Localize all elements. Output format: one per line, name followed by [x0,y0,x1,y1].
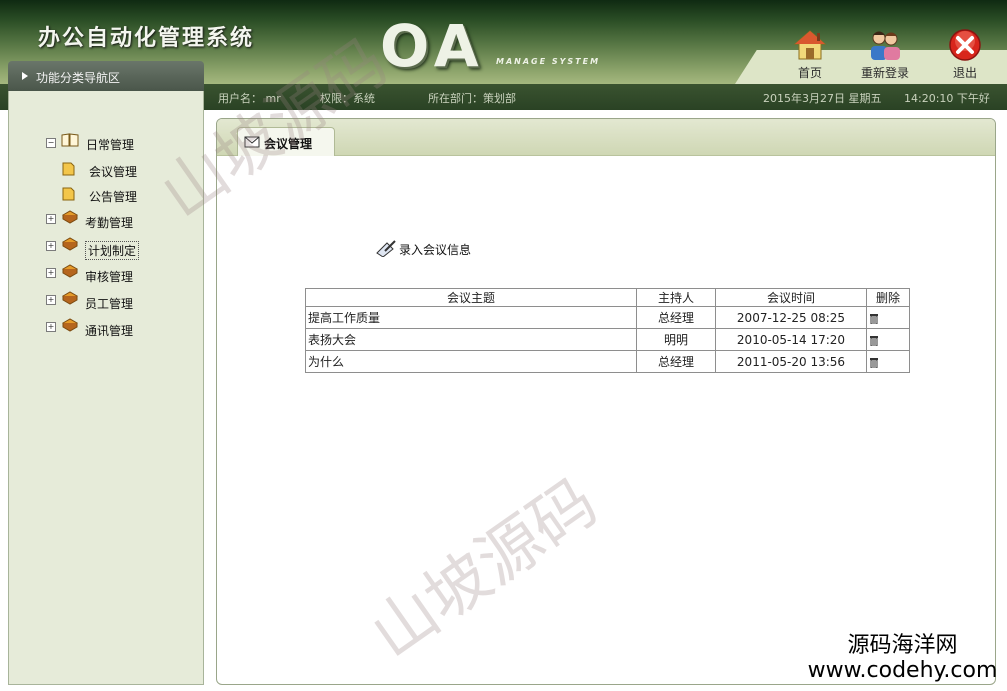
corner-watermark: 源码海洋网 www.codehy.com [800,634,1005,684]
relogin-label: 重新登录 [860,66,909,80]
expand-icon[interactable]: + [46,241,56,251]
expand-icon[interactable]: + [46,322,56,332]
department-text: 所在部门：策划部 [428,92,516,105]
home-label: 首页 [797,66,822,80]
cell-host: 总经理 [636,306,716,329]
table-row[interactable]: 为什么 总经理 2011-05-20 13:56 [305,350,910,373]
system-title: 办公自动化管理系统 [38,26,255,51]
cell-topic[interactable]: 为什么 [305,350,637,373]
pen-paper-icon [376,240,396,257]
sidebar-item-contacts[interactable]: 通讯管理 [85,322,133,339]
meeting-table: 会议主题 主持人 会议时间 删除 提高工作质量 总经理 2007-12-25 0… [305,288,910,373]
relogin-button[interactable]: 重新登录 [855,28,915,81]
table-header-row: 会议主题 主持人 会议时间 删除 [305,288,910,307]
delete-cell[interactable] [866,328,910,351]
books-icon [61,291,79,305]
books-icon [61,318,79,332]
oa-logo-subtitle: MANAGE SYSTEM [496,57,601,66]
add-meeting-label: 录入会议信息 [399,243,472,257]
sidebar-item-review[interactable]: 审核管理 [85,268,133,285]
books-icon [61,210,79,224]
table-row[interactable]: 提高工作质量 总经理 2007-12-25 08:25 [305,306,910,329]
books-icon [61,237,79,251]
date-text: 2015年3月27日 星期五 [763,92,882,105]
users-icon [871,31,900,60]
trash-icon[interactable] [869,335,879,346]
expand-icon[interactable]: + [46,295,56,305]
trash-icon[interactable] [869,357,879,368]
cell-topic[interactable]: 表扬大会 [305,328,637,351]
expand-icon[interactable]: + [46,214,56,224]
trash-icon[interactable] [869,313,879,324]
sidebar-item-daily[interactable]: 日常管理 [86,136,134,153]
cell-host: 明明 [636,328,716,351]
sidebar-header: 功能分类导航区 [8,61,204,91]
collapse-icon[interactable]: − [46,138,56,148]
corner-watermark-title: 源码海洋网 [847,633,958,658]
expand-icon[interactable]: + [46,268,56,278]
corner-watermark-url: www.codehy.com [807,658,998,683]
cell-time: 2011-05-20 13:56 [715,350,867,373]
cell-time: 2007-12-25 08:25 [715,306,867,329]
triangle-right-icon [22,72,28,80]
header-topic: 会议主题 [305,288,637,307]
cell-topic[interactable]: 提高工作质量 [305,306,637,329]
sidebar-item-attendance[interactable]: 考勤管理 [85,214,133,231]
cell-time: 2010-05-14 17:20 [715,328,867,351]
delete-cell[interactable] [866,306,910,329]
delete-cell[interactable] [866,350,910,373]
header-host: 主持人 [636,288,716,307]
book-open-icon [61,133,79,147]
sidebar-header-label: 功能分类导航区 [36,71,121,85]
header-time: 会议时间 [715,288,867,307]
books-icon [61,264,79,278]
header-delete: 删除 [866,288,910,307]
time-text: 14:20:10 下午好 [904,92,990,105]
sidebar-item-meeting[interactable]: 会议管理 [89,163,137,180]
sidebar-item-plan[interactable]: 计划制定 [85,241,140,260]
home-button[interactable]: 首页 [780,28,840,81]
table-row[interactable]: 表扬大会 明明 2010-05-14 17:20 [305,328,910,351]
folder-icon [62,162,75,176]
cell-host: 总经理 [636,350,716,373]
main-panel: 会议管理 录入会议信息 会议主题 主持人 会议时间 删除 提高工作质量 总经理 … [216,118,996,685]
exit-button[interactable]: 退出 [935,28,995,81]
folder-icon [62,187,75,201]
home-icon [793,30,827,60]
sidebar-item-notice[interactable]: 公告管理 [89,188,137,205]
oa-logo: OA [380,12,485,80]
sidebar-item-staff[interactable]: 员工管理 [85,295,133,312]
exit-icon [949,29,981,61]
exit-label: 退出 [952,66,977,80]
